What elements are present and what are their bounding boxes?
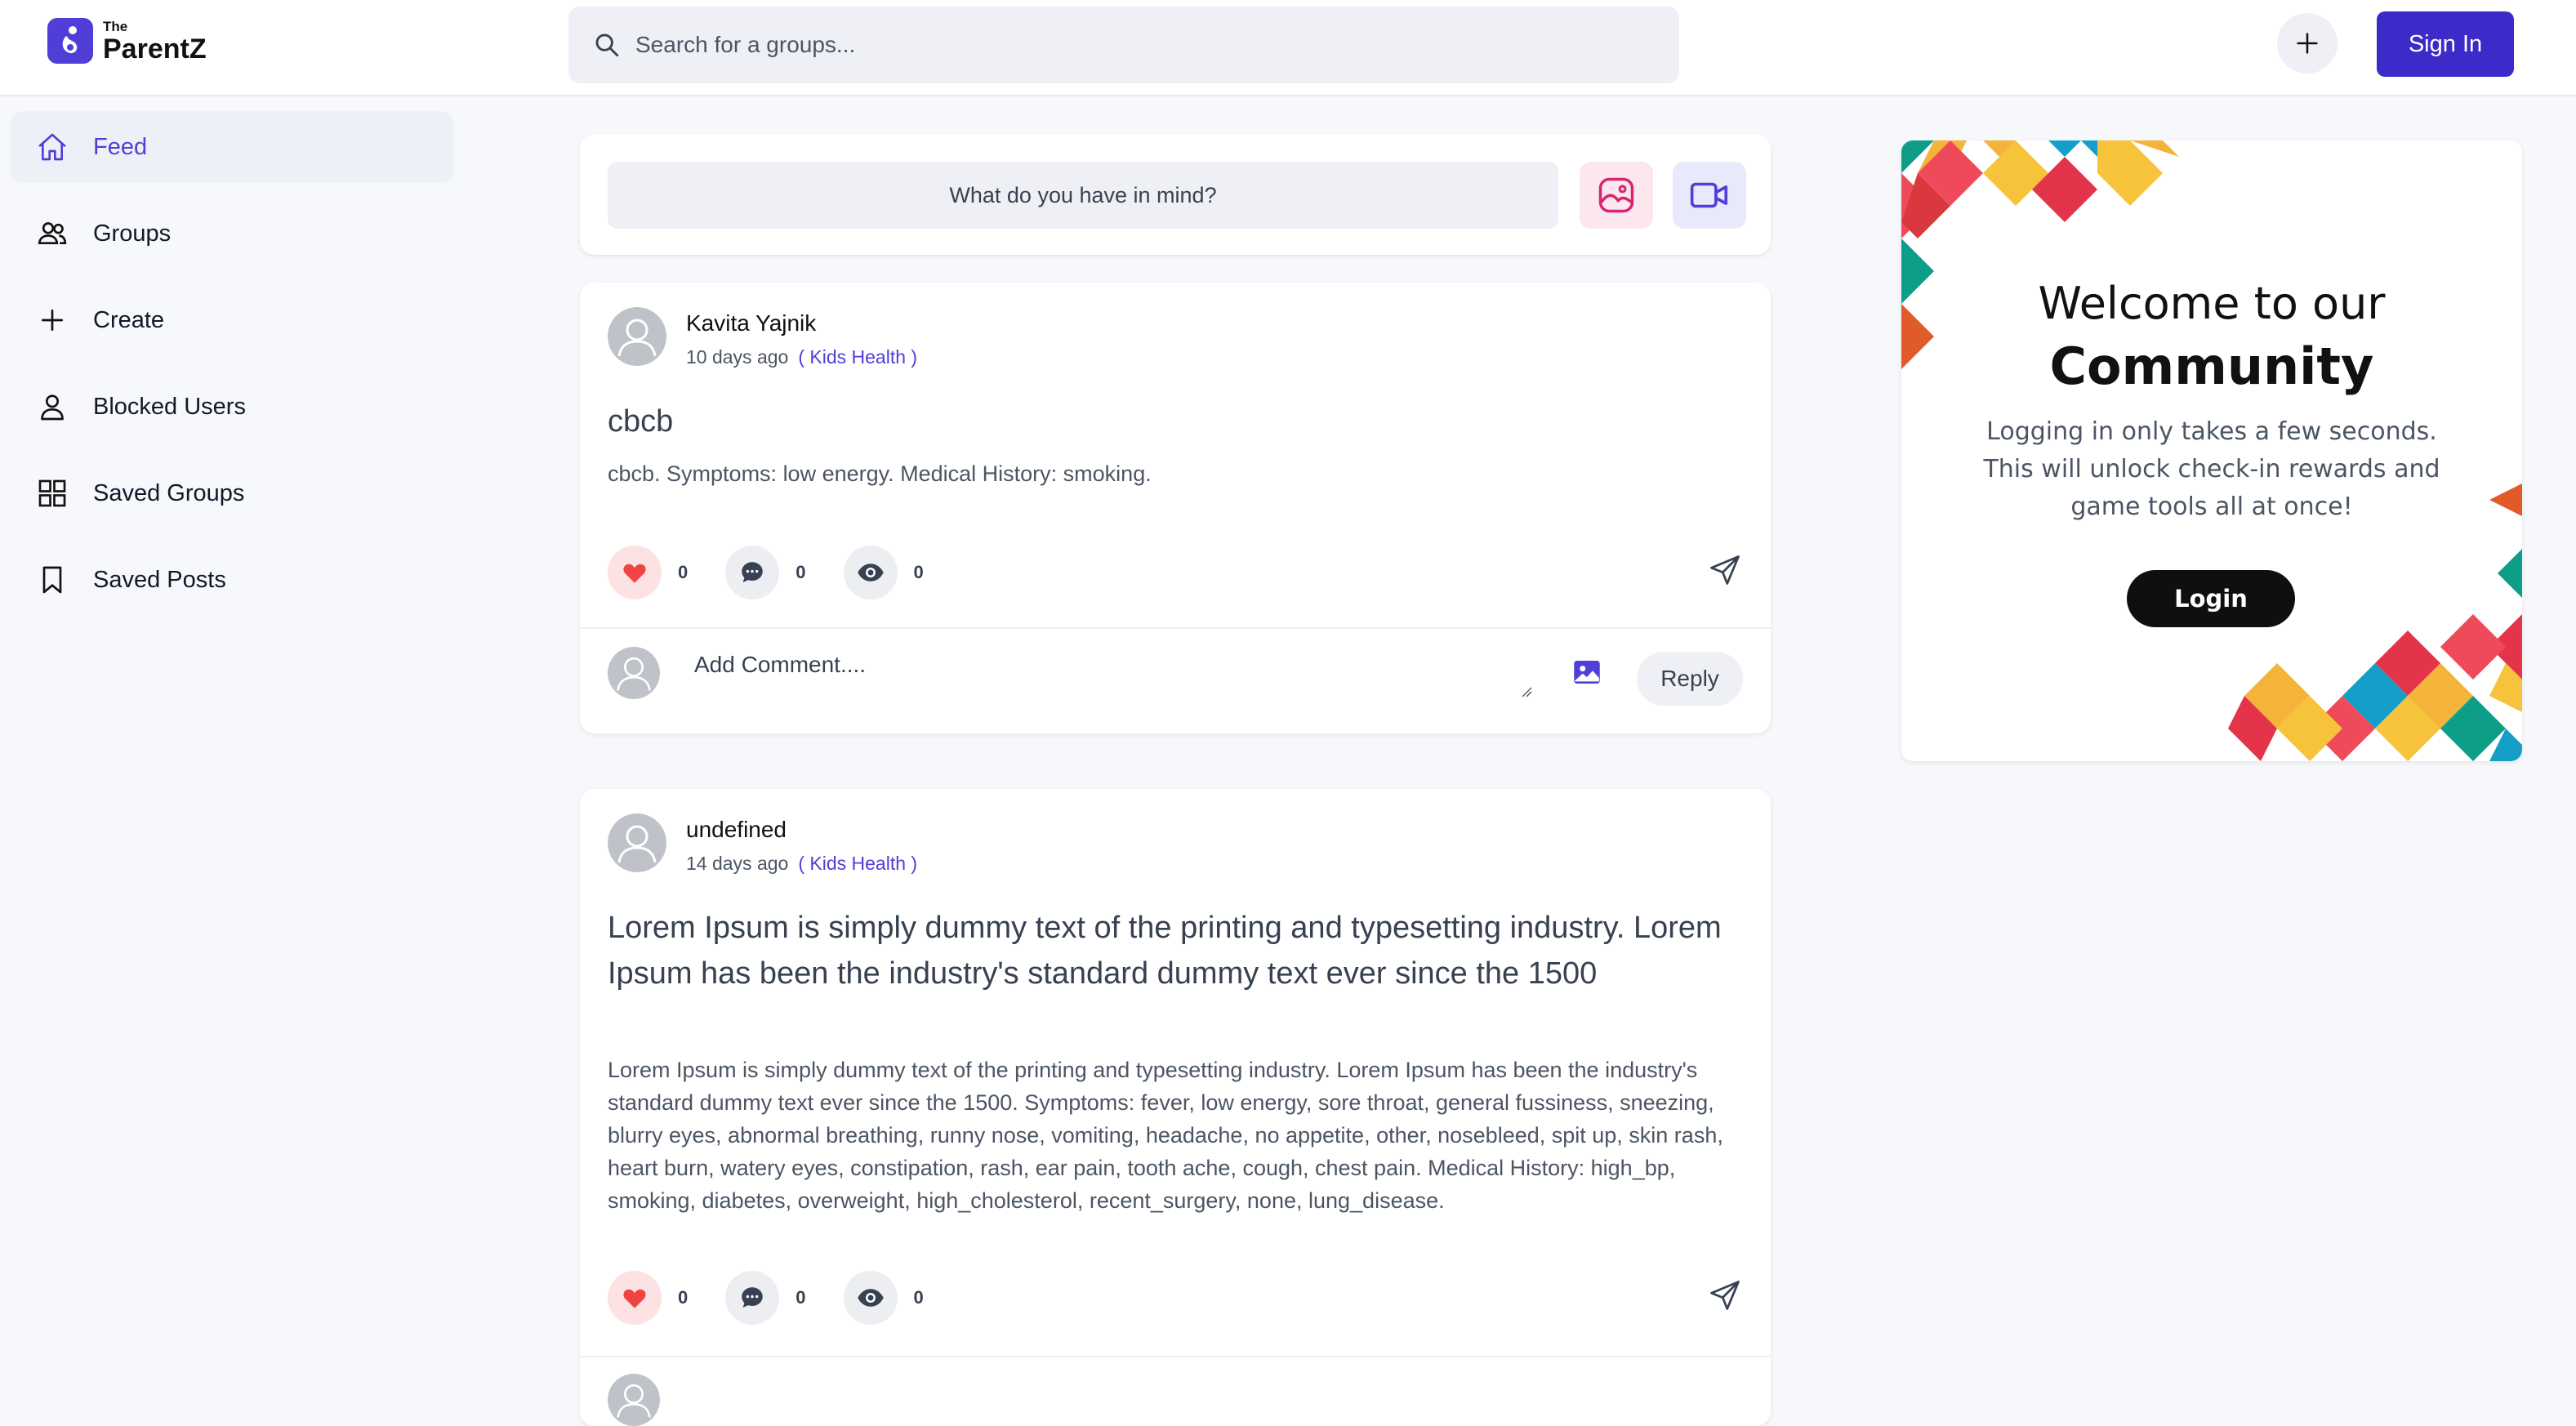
users-icon: [34, 216, 70, 252]
user-avatar-icon: [617, 1384, 651, 1418]
sidebar-item-label: Saved Groups: [93, 479, 245, 506]
user-avatar-icon: [617, 319, 657, 357]
view-count: 0: [913, 1287, 924, 1308]
video-icon: [1690, 182, 1728, 208]
sidebar-item-feed[interactable]: Feed: [10, 111, 454, 183]
sidebar-item-saved-posts[interactable]: Saved Posts: [10, 544, 454, 616]
view-count: 0: [913, 562, 924, 582]
post-author[interactable]: Kavita Yajnik: [686, 310, 816, 336]
sidebar-item-groups[interactable]: Groups: [10, 198, 454, 270]
post-time: 10 days ago: [686, 346, 789, 368]
brand-prefix: The: [103, 18, 128, 34]
sidebar-nav: Feed Groups Create Blocked Users Saved G…: [10, 111, 454, 631]
add-image-button[interactable]: [1580, 162, 1653, 229]
user-avatar-icon: [617, 657, 651, 691]
avatar: [608, 647, 660, 699]
reply-button[interactable]: Reply: [1637, 652, 1743, 706]
avatar: [608, 1374, 660, 1426]
divider: [580, 627, 1771, 629]
post-card: undefined 14 days ago ( Kids Health ) Lor…: [580, 789, 1771, 1426]
avatar[interactable]: [608, 813, 666, 872]
sidebar-item-label: Feed: [93, 133, 148, 160]
like-button[interactable]: [608, 546, 662, 599]
share-button[interactable]: [1707, 1277, 1743, 1317]
send-icon: [1710, 1281, 1740, 1310]
sidebar-item-label: Saved Posts: [93, 566, 226, 593]
add-video-button[interactable]: [1673, 162, 1746, 229]
sidebar-item-label: Groups: [93, 220, 172, 247]
sidebar-item-label: Blocked Users: [93, 393, 246, 420]
sign-in-button[interactable]: Sign In: [2377, 11, 2514, 77]
share-button[interactable]: [1707, 552, 1743, 592]
post-actions: 0 0 0: [608, 1269, 1743, 1326]
post-composer: What do you have in mind?: [580, 134, 1771, 255]
welcome-description: Logging in only takes a few seconds. Thi…: [1983, 417, 2440, 521]
welcome-card: Welcome to our Community Logging in only…: [1901, 140, 2522, 761]
resize-handle-icon[interactable]: [1521, 686, 1532, 697]
sidebar-item-blocked-users[interactable]: Blocked Users: [10, 371, 454, 443]
bookmark-icon: [34, 562, 70, 598]
avatar[interactable]: [608, 307, 666, 366]
login-button[interactable]: Login: [2127, 570, 2295, 627]
search-icon: [595, 33, 619, 57]
post-body: cbcb. Symptoms: low energy. Medical Hist…: [608, 461, 1152, 486]
welcome-title-emphasis: Community: [2049, 336, 2374, 396]
image-icon: [1574, 661, 1600, 684]
comment-input[interactable]: [693, 650, 1529, 711]
search-input[interactable]: [634, 31, 1617, 59]
like-count: 0: [678, 1287, 689, 1308]
brand-name: ParentZ: [103, 33, 207, 65]
image-icon: [1598, 177, 1634, 213]
post-body: Lorem Ipsum is simply dummy text of the …: [608, 1058, 1723, 1213]
heart-icon: [623, 564, 646, 583]
sidebar-item-create[interactable]: Create: [10, 284, 454, 356]
chat-bubble-icon: [742, 1287, 763, 1308]
grid-icon: [34, 475, 70, 511]
like-button[interactable]: [608, 1271, 662, 1325]
sidebar-item-saved-groups[interactable]: Saved Groups: [10, 457, 454, 529]
eye-icon: [857, 564, 884, 582]
composer-input[interactable]: What do you have in mind?: [608, 162, 1558, 229]
search-bar[interactable]: [568, 7, 1679, 83]
comment-button[interactable]: [725, 1271, 780, 1325]
post-group-link[interactable]: ( Kids Health ): [798, 346, 917, 368]
top-header: The ParentZ Sign In: [0, 0, 2576, 96]
comment-count: 0: [796, 562, 806, 582]
like-count: 0: [678, 562, 689, 582]
user-icon: [34, 389, 70, 425]
comment-image-button[interactable]: [1570, 655, 1604, 693]
eye-icon: [857, 1289, 884, 1307]
views-button[interactable]: [843, 1271, 898, 1325]
post-time: 14 days ago: [686, 853, 789, 874]
sidebar-item-label: Create: [93, 306, 165, 333]
send-icon: [1710, 555, 1740, 585]
comment-composer: Reply: [608, 645, 1743, 711]
user-avatar-icon: [617, 825, 657, 863]
chat-bubble-icon: [742, 562, 763, 583]
post-meta: 10 days ago ( Kids Health ): [686, 346, 917, 368]
heart-icon: [623, 1289, 646, 1308]
home-icon: [34, 129, 70, 165]
brand-logo[interactable]: The ParentZ: [47, 18, 207, 64]
welcome-title: Welcome to our: [2038, 278, 2386, 329]
post-author[interactable]: undefined: [686, 817, 787, 843]
post-group-link[interactable]: ( Kids Health ): [798, 853, 917, 874]
post-meta: 14 days ago ( Kids Health ): [686, 853, 917, 875]
divider: [580, 1356, 1771, 1357]
views-button[interactable]: [843, 546, 898, 599]
comment-button[interactable]: [725, 546, 780, 599]
post-title: Lorem Ipsum is simply dummy text of the …: [608, 911, 1722, 991]
post-card: Kavita Yajnik 10 days ago ( Kids Health )…: [580, 283, 1771, 733]
plus-icon: [2297, 33, 2318, 54]
create-button[interactable]: [2277, 13, 2338, 74]
post-actions: 0 0 0: [608, 544, 1743, 601]
post-title: cbcb: [608, 404, 674, 439]
comment-count: 0: [796, 1287, 806, 1308]
plus-icon: [34, 302, 70, 338]
parent-logo-icon: [47, 18, 93, 64]
